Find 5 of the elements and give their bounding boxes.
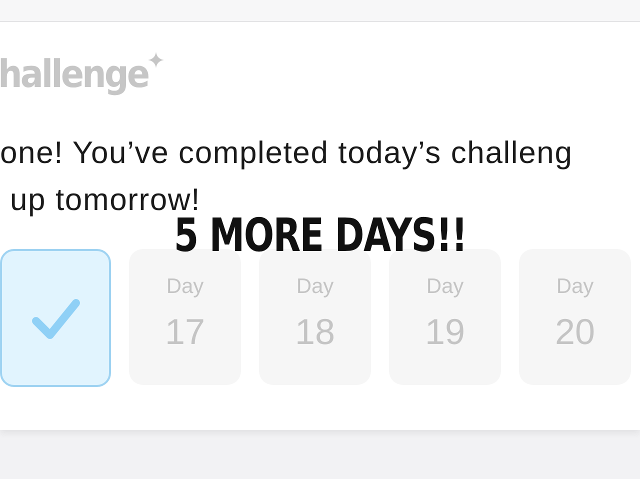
completion-message: one! You’ve completed today’s challeng xyxy=(0,134,573,172)
completion-message: up tomorrow! xyxy=(10,180,200,218)
challenge-title: hallenge xyxy=(0,52,148,98)
completed-day-tile[interactable] xyxy=(0,249,111,387)
sparkle-icon xyxy=(148,52,164,68)
